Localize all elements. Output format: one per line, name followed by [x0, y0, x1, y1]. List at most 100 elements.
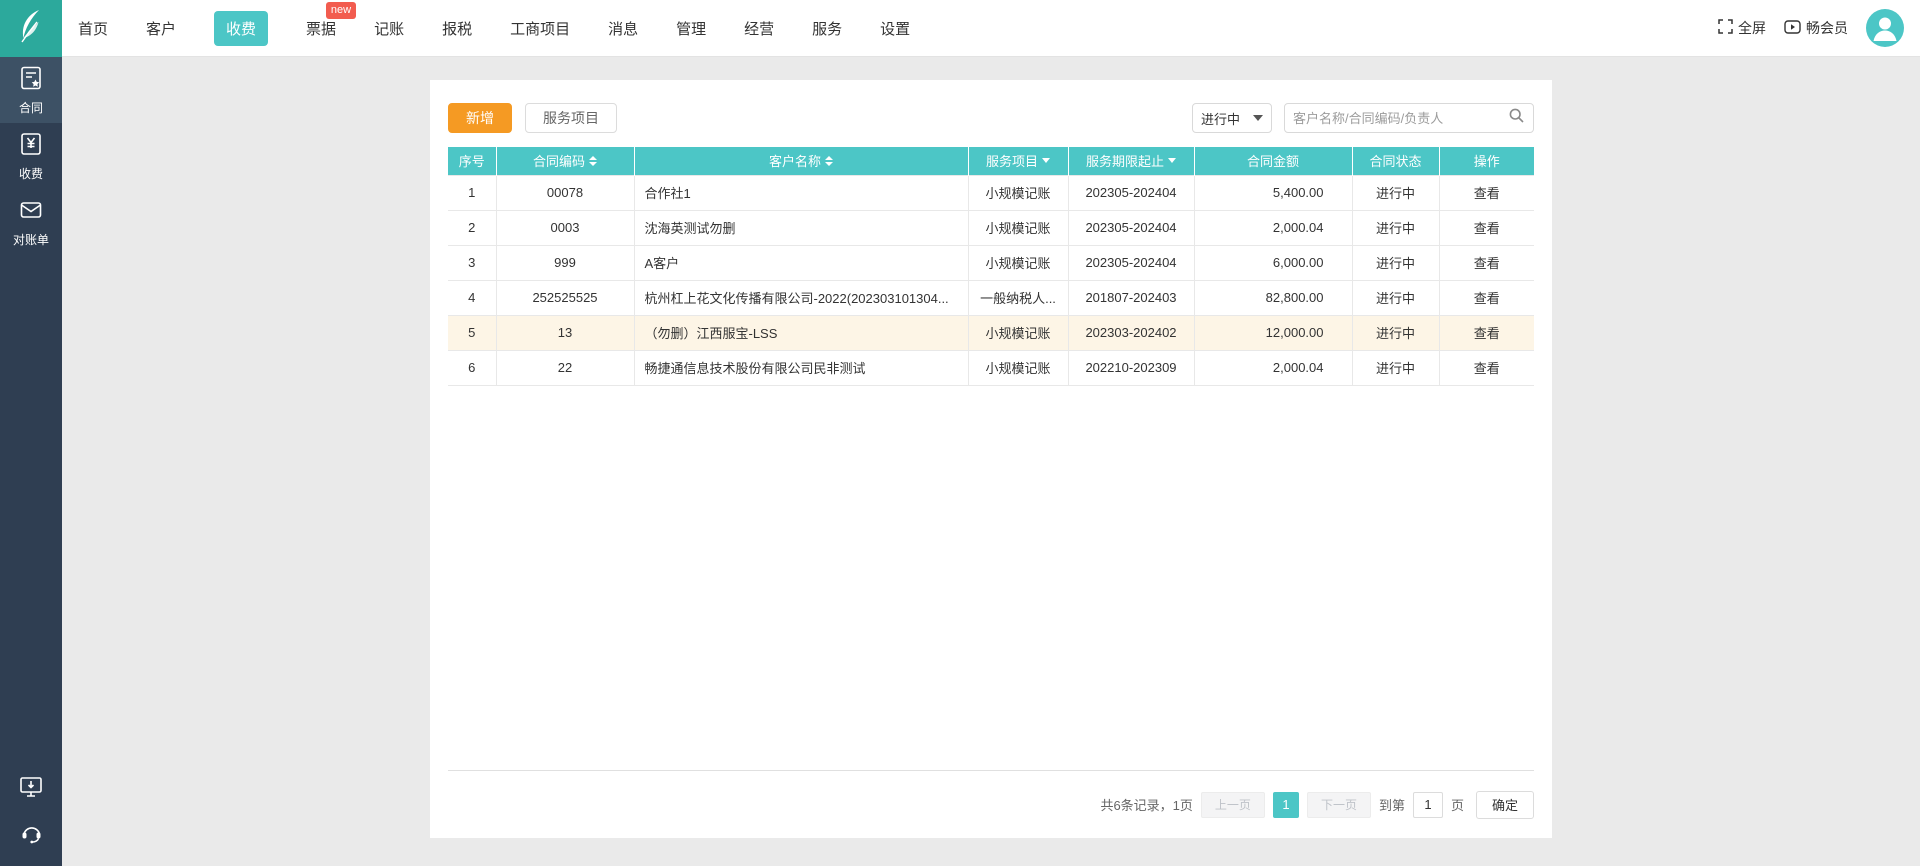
cell-amount: 82,800.00	[1193, 279, 1353, 316]
search-input[interactable]	[1293, 110, 1508, 126]
cell-amount: 2,000.04	[1193, 349, 1353, 386]
table-header-row: 序号 合同编码 客户名称 服务项目 服务期限起止 合同金额 合同状态 操作	[448, 147, 1534, 175]
cell-customer: 沈海英测试勿删	[633, 209, 969, 246]
table-row: 6 22 畅捷通信息技术股份有限公司民非测试 小规模记账 202210-2023…	[448, 349, 1534, 386]
current-page-button[interactable]: 1	[1272, 791, 1299, 818]
prev-page-button[interactable]: 上一页	[1200, 791, 1265, 818]
cell-index: 3	[448, 244, 497, 281]
view-link[interactable]: 查看	[1474, 256, 1500, 271]
nav-item-customers[interactable]: 客户	[146, 18, 176, 39]
view-link[interactable]: 查看	[1474, 221, 1500, 236]
cell-service: 一般纳税人...	[967, 279, 1069, 316]
column-header-actions: 操作	[1439, 147, 1534, 175]
quill-leaf-icon	[13, 7, 49, 50]
cell-service: 小规模记账	[967, 244, 1069, 281]
cell-period: 201807-202403	[1067, 279, 1195, 316]
top-nav: 首页 客户 收费 票据 new 记账 报税 工商项目 消息 管理 经营 服务 设…	[62, 0, 1920, 57]
service-items-button[interactable]: 服务项目	[525, 103, 617, 133]
view-link[interactable]: 查看	[1474, 291, 1500, 306]
column-header-period[interactable]: 服务期限起止	[1068, 147, 1195, 175]
user-avatar-icon	[1873, 17, 1897, 41]
column-header-service[interactable]: 服务项目	[968, 147, 1069, 175]
sidebar-item-contracts[interactable]: 合同	[0, 57, 62, 123]
view-link[interactable]: 查看	[1474, 326, 1500, 341]
nav-item-operations[interactable]: 经营	[744, 18, 774, 39]
contracts-table: 序号 合同编码 客户名称 服务项目 服务期限起止 合同金额 合同状态 操作 1 …	[448, 147, 1534, 386]
fullscreen-icon	[1718, 19, 1733, 37]
search-icon[interactable]	[1508, 107, 1525, 129]
add-contract-button[interactable]: 新增	[448, 103, 512, 133]
app-logo[interactable]	[0, 0, 62, 57]
customer-support-button[interactable]	[0, 812, 62, 858]
cell-actions: 查看	[1438, 209, 1534, 246]
next-page-button[interactable]: 下一页	[1306, 791, 1371, 818]
client-download-button[interactable]	[0, 766, 62, 812]
member-label: 畅会员	[1806, 20, 1848, 36]
status-filter-select[interactable]: 进行中	[1192, 103, 1272, 133]
sidebar: 合同 收费 对账单	[0, 57, 62, 866]
cell-actions: 查看	[1438, 279, 1534, 316]
view-link[interactable]: 查看	[1474, 361, 1500, 376]
member-button[interactable]: 畅会员	[1784, 18, 1848, 38]
nav-item-management[interactable]: 管理	[676, 18, 706, 39]
cell-status: 进行中	[1351, 244, 1440, 281]
cell-index: 4	[448, 279, 497, 316]
nav-item-services[interactable]: 服务	[812, 18, 842, 39]
nav-item-bookkeeping[interactable]: 记账	[374, 18, 404, 39]
column-header-code[interactable]: 合同编码	[496, 147, 635, 175]
cell-status: 进行中	[1351, 279, 1440, 316]
cell-index: 6	[448, 349, 497, 386]
cell-actions: 查看	[1438, 244, 1534, 281]
goto-page-input[interactable]	[1412, 791, 1443, 818]
chevron-down-icon	[1253, 115, 1263, 121]
cell-customer: 合作社1	[633, 174, 969, 211]
nav-item-home[interactable]: 首页	[78, 18, 108, 39]
cell-customer: （勿删）江西服宝-LSS	[633, 314, 969, 351]
nav-item-tax[interactable]: 报税	[442, 18, 472, 39]
cell-code: 252525525	[495, 279, 635, 316]
cell-index: 2	[448, 209, 497, 246]
filter-caret-icon[interactable]	[1042, 158, 1050, 164]
nav-item-fees[interactable]: 收费	[214, 10, 269, 46]
filter-caret-icon[interactable]	[1168, 158, 1176, 164]
statement-inbox-icon	[18, 197, 44, 226]
goto-page-prefix: 到第	[1378, 798, 1405, 813]
cell-service: 小规模记账	[967, 349, 1069, 386]
cell-customer: 杭州杠上花文化传播有限公司-2022(202303101304...	[633, 279, 969, 316]
column-header-amount: 合同金额	[1194, 147, 1353, 175]
view-link[interactable]: 查看	[1474, 186, 1500, 201]
cell-code: 22	[495, 349, 635, 386]
goto-page-suffix: 页	[1450, 798, 1464, 813]
sort-icon[interactable]	[589, 155, 597, 166]
nav-item-invoices[interactable]: 票据 new	[306, 1, 357, 39]
user-avatar[interactable]	[1866, 9, 1904, 47]
cell-actions: 查看	[1438, 314, 1534, 351]
nav-item-business-projects[interactable]: 工商项目	[510, 18, 570, 39]
cell-amount: 6,000.00	[1193, 244, 1353, 281]
table-row: 3 999 A客户 小规模记账 202305-202404 6,000.00 进…	[448, 244, 1534, 281]
fullscreen-label: 全屏	[1738, 20, 1766, 36]
nav-item-messages[interactable]: 消息	[608, 18, 638, 39]
nav-item-settings[interactable]: 设置	[880, 18, 910, 39]
cell-period: 202305-202404	[1067, 209, 1195, 246]
cell-code: 0003	[495, 209, 635, 246]
status-filter-value: 进行中	[1201, 111, 1241, 127]
fee-yuan-icon	[18, 131, 44, 160]
cell-service: 小规模记账	[967, 209, 1069, 246]
record-summary: 共6条记录，1页	[1100, 798, 1193, 813]
goto-confirm-button[interactable]: 确定	[1475, 790, 1534, 819]
cell-period: 202210-202309	[1067, 349, 1195, 386]
cell-status: 进行中	[1351, 349, 1440, 386]
sidebar-item-label: 合同	[18, 100, 43, 115]
contract-doc-icon	[18, 65, 44, 94]
table-row: 1 00078 合作社1 小规模记账 202305-202404 5,400.0…	[448, 174, 1534, 211]
fullscreen-button[interactable]: 全屏	[1718, 18, 1766, 38]
sort-icon[interactable]	[825, 155, 833, 166]
cell-period: 202303-202402	[1067, 314, 1195, 351]
sidebar-item-statements[interactable]: 对账单	[0, 189, 62, 255]
column-header-customer[interactable]: 客户名称	[634, 147, 969, 175]
cell-code: 999	[495, 244, 635, 281]
main-content-area: 新增 服务项目 进行中 客户名称/合同编码/负责人 序号 合同编码 客户名称 服…	[62, 57, 1920, 866]
sidebar-item-fees[interactable]: 收费	[0, 123, 62, 189]
